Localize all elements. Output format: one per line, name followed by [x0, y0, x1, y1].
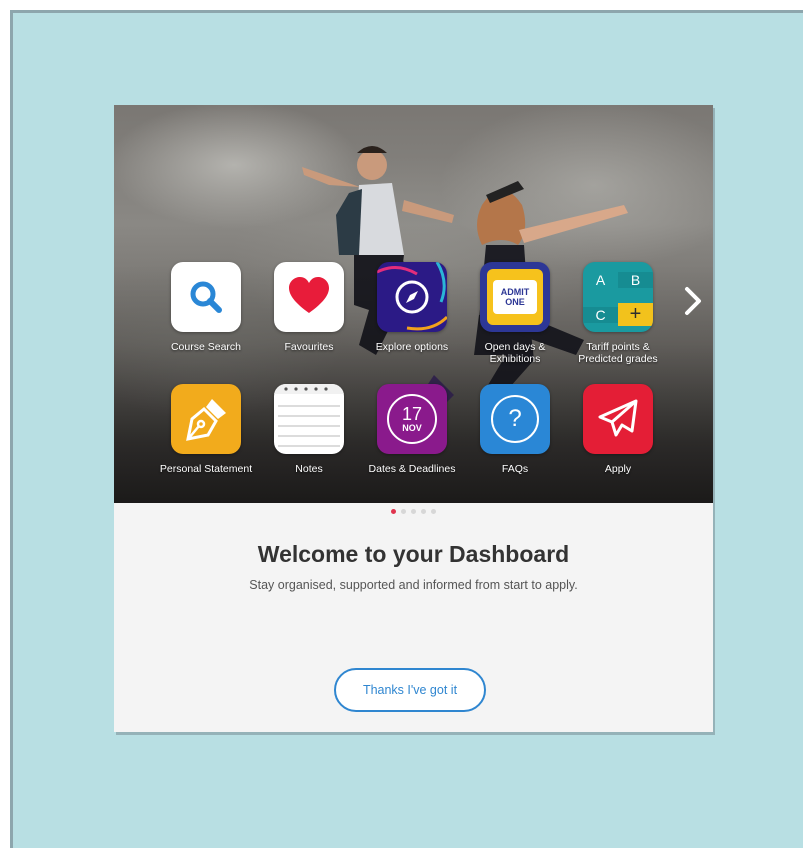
thanks-got-it-button[interactable]: Thanks I've got it — [334, 668, 486, 712]
welcome-title: Welcome to your Dashboard — [257, 541, 570, 567]
favourites-tile[interactable] — [274, 262, 344, 332]
pagination-dot-4[interactable] — [421, 509, 426, 514]
personal-statement-tile[interactable] — [171, 384, 241, 454]
pen-icon — [186, 399, 226, 441]
calendar-icon: 17 NOV — [387, 394, 437, 444]
app-explore-options[interactable]: Explore options — [362, 262, 462, 353]
plus-icon: + — [618, 303, 653, 326]
course-search-tile[interactable] — [171, 262, 241, 332]
apply-tile[interactable] — [583, 384, 653, 454]
calendar-month: NOV — [402, 423, 422, 433]
app-label: Apply — [604, 463, 632, 475]
chevron-right-icon — [685, 287, 701, 315]
grade-c: C — [583, 306, 618, 323]
pagination-dot-1[interactable] — [391, 509, 396, 514]
app-label: Favourites — [284, 341, 334, 353]
pagination-dot-2[interactable] — [401, 509, 406, 514]
compass-icon — [377, 262, 447, 331]
app-tariff-points[interactable]: A B C + Tariff points & Predicted grades — [568, 262, 668, 365]
carousel-pagination — [114, 509, 713, 519]
search-icon — [190, 281, 222, 313]
app-faqs[interactable]: ? FAQs — [465, 384, 565, 475]
paper-plane-icon — [598, 399, 638, 437]
dates-deadlines-tile[interactable]: 17 NOV — [377, 384, 447, 454]
app-label: Personal Statement — [159, 463, 253, 475]
app-course-search[interactable]: Course Search — [156, 262, 256, 353]
app-label: Tariff points & Predicted grades — [578, 341, 658, 365]
welcome-subtitle: Stay organised, supported and informed f… — [249, 578, 578, 592]
app-label: Notes — [295, 463, 323, 475]
pagination-dot-5[interactable] — [431, 509, 436, 514]
app-apply[interactable]: Apply — [568, 384, 668, 475]
explore-options-tile[interactable] — [377, 262, 447, 332]
tariff-points-tile[interactable]: A B C + — [583, 262, 653, 332]
app-label: Explore options — [375, 341, 449, 353]
app-label: Open days & Exhibitions — [484, 341, 546, 365]
ticket-text: ADMIT ONE — [493, 280, 537, 314]
grade-b: B — [618, 271, 653, 288]
open-days-tile[interactable]: ADMIT ONE — [480, 262, 550, 332]
app-label: Course Search — [170, 341, 242, 353]
app-notes[interactable]: Notes — [259, 384, 359, 475]
heart-icon — [289, 277, 329, 313]
dashboard-welcome-card: Course Search Favourites Explore options… — [114, 105, 713, 732]
app-favourites[interactable]: Favourites — [259, 262, 359, 353]
app-personal-statement[interactable]: Personal Statement — [156, 384, 256, 475]
notepad-icon — [274, 384, 344, 447]
question-icon: ? — [491, 395, 539, 443]
app-label: Dates & Deadlines — [368, 463, 456, 475]
carousel-next-button[interactable] — [680, 282, 706, 320]
app-label: FAQs — [501, 463, 529, 475]
hero-photo: Course Search Favourites Explore options… — [114, 105, 713, 503]
ticket-icon: ADMIT ONE — [487, 269, 543, 325]
faqs-tile[interactable]: ? — [480, 384, 550, 454]
pagination-dot-3[interactable] — [411, 509, 416, 514]
notes-tile[interactable] — [274, 384, 344, 454]
app-dates-deadlines[interactable]: 17 NOV Dates & Deadlines — [362, 384, 462, 475]
calendar-day: 17 — [401, 404, 423, 424]
grade-a: A — [595, 271, 606, 288]
app-open-days[interactable]: ADMIT ONE Open days & Exhibitions — [465, 262, 565, 365]
